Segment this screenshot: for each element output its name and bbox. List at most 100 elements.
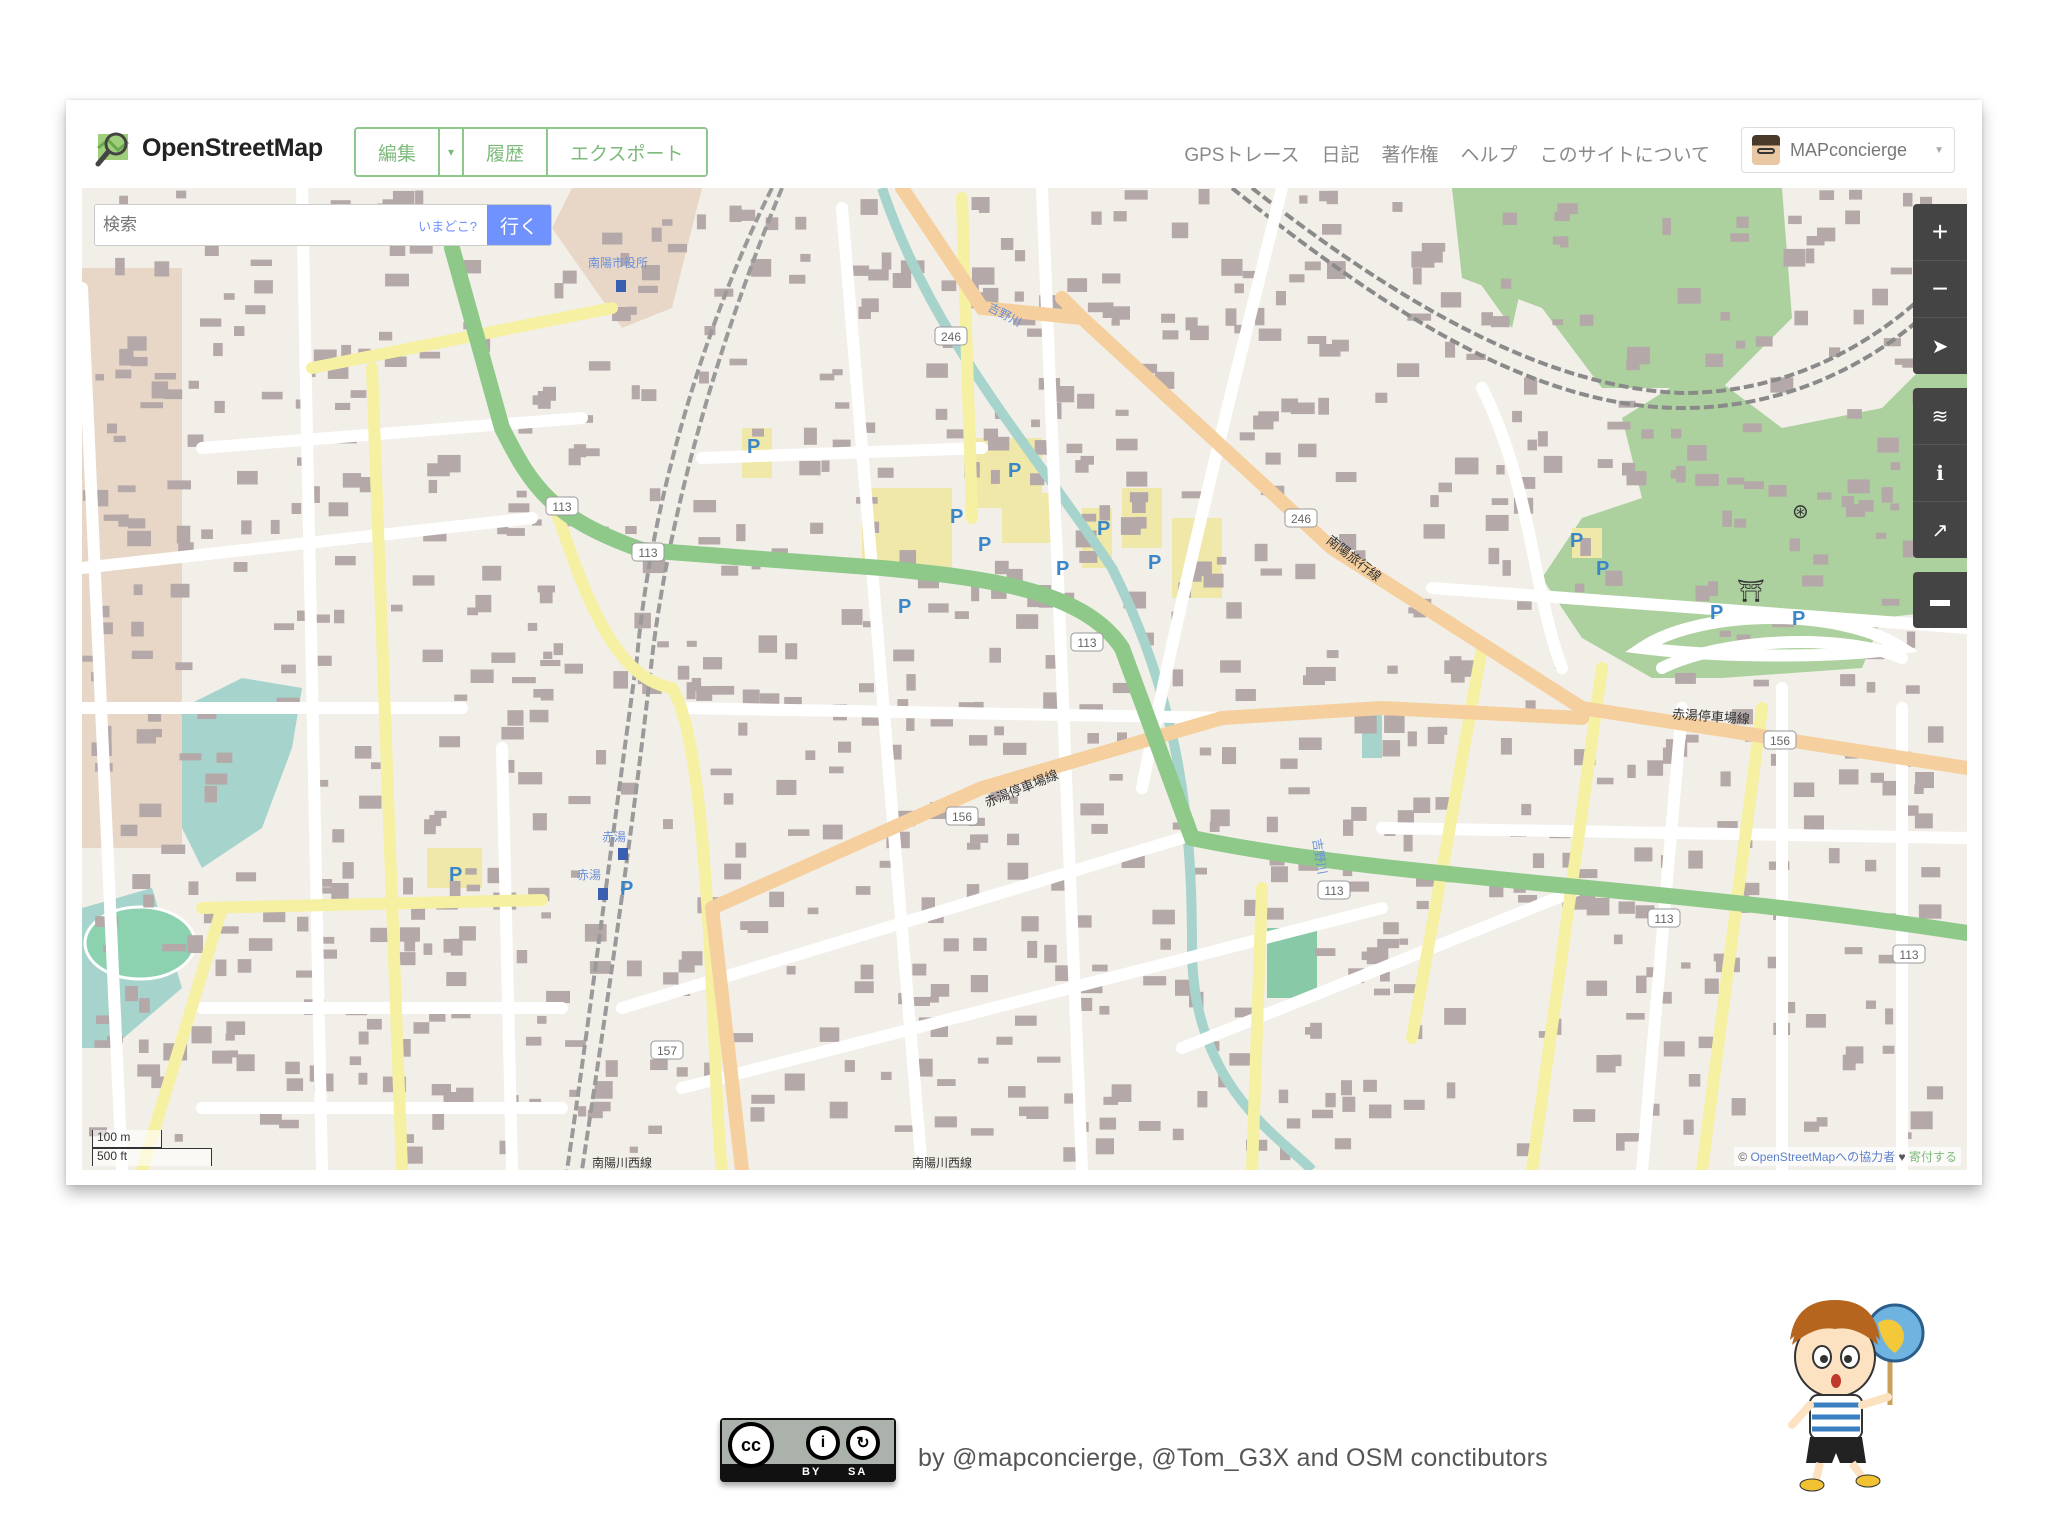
building (1416, 900, 1429, 910)
parking-label[interactable]: P (1097, 518, 1110, 541)
go-button[interactable]: 行く (487, 205, 551, 245)
nav-gps-traces[interactable]: GPSトレース (1184, 140, 1299, 167)
building (803, 427, 817, 445)
city-hall-label[interactable]: 南陽市役所 (588, 254, 648, 271)
history-button[interactable]: 履歴 (464, 129, 549, 175)
building (1377, 938, 1400, 949)
building (1719, 630, 1731, 637)
parking-label[interactable]: P (978, 534, 991, 557)
map-view[interactable]: 113 113 113 113 113 113 246 246 156 156 157 ⊛ ⛩ 南陽… (82, 188, 1967, 1170)
building (860, 199, 878, 215)
building (789, 274, 806, 284)
building (1172, 1128, 1184, 1141)
building (969, 735, 988, 746)
search-input[interactable] (95, 205, 419, 245)
building (594, 1081, 613, 1099)
building (1882, 780, 1899, 796)
where-am-i-link[interactable]: いまどこ? (418, 216, 487, 235)
station-label[interactable]: 赤湯 (602, 828, 626, 845)
building (466, 884, 480, 892)
nav-about[interactable]: このサイトについて (1540, 140, 1710, 167)
building (1622, 462, 1636, 476)
building (241, 520, 252, 535)
parking-label[interactable]: P (747, 436, 760, 459)
parking-label[interactable]: P (950, 506, 963, 529)
building (1258, 328, 1282, 341)
building (1185, 317, 1198, 331)
building (631, 385, 640, 400)
building (540, 660, 561, 667)
building (274, 623, 295, 631)
building (578, 1106, 587, 1117)
nav-help[interactable]: ヘルプ (1461, 140, 1518, 167)
contributors-link[interactable]: OpenStreetMapへの協力者 (1750, 1150, 1895, 1164)
building (1853, 309, 1864, 325)
parking-label[interactable]: P (1148, 552, 1161, 575)
building (1363, 1079, 1377, 1092)
building (1162, 330, 1179, 340)
zoom-in-button[interactable]: + (1913, 204, 1967, 261)
building (1574, 583, 1585, 593)
donate-link[interactable]: 寄付する (1909, 1150, 1957, 1164)
parking-label[interactable]: P (1056, 558, 1069, 581)
building (342, 862, 354, 879)
share-icon[interactable]: ↗ (1913, 502, 1967, 558)
building (1449, 656, 1462, 666)
layers-icon[interactable]: ≋ (1913, 388, 1967, 445)
building (1755, 336, 1773, 347)
brand-name[interactable]: OpenStreetMap (142, 134, 323, 163)
building (1307, 336, 1327, 344)
building (546, 990, 570, 1004)
parking-label[interactable]: P (1596, 558, 1609, 581)
building (1722, 510, 1732, 527)
station-label-2[interactable]: 赤湯 (577, 866, 601, 883)
user-menu[interactable]: MAPconcierge ▼ (1741, 127, 1955, 173)
nav-copyright[interactable]: 著作権 (1382, 140, 1439, 167)
building (795, 216, 807, 230)
building (537, 1015, 547, 1024)
parking-label[interactable]: P (1570, 530, 1583, 553)
building (1517, 601, 1532, 610)
parking-label[interactable]: P (1792, 608, 1805, 631)
zoom-out-button[interactable]: − (1913, 261, 1967, 318)
building (1573, 1109, 1596, 1122)
building (738, 722, 748, 736)
edit-dropdown-caret-icon[interactable]: ▾ (440, 129, 465, 175)
building (1124, 190, 1148, 200)
building (650, 1059, 668, 1071)
building (1485, 514, 1509, 531)
info-icon[interactable]: ℹ (1913, 445, 1967, 502)
building (1882, 1045, 1895, 1054)
building (1295, 563, 1316, 580)
building (1516, 1143, 1530, 1157)
building (297, 916, 309, 932)
geolocate-icon[interactable]: ➤ (1913, 318, 1967, 374)
building (1383, 922, 1399, 935)
building (1374, 988, 1391, 996)
building (1440, 292, 1462, 308)
building (161, 844, 186, 854)
note-icon[interactable]: ▬ (1913, 572, 1967, 628)
parking-label[interactable]: P (620, 878, 633, 901)
building (1384, 715, 1405, 733)
export-button[interactable]: エクスポート (548, 129, 706, 175)
building (1881, 598, 1900, 606)
parking-label[interactable]: P (1710, 602, 1723, 625)
osm-logo-icon[interactable] (94, 128, 134, 168)
building (1351, 806, 1367, 821)
edit-button[interactable]: 編集 (356, 129, 441, 175)
parking-label[interactable]: P (898, 596, 911, 619)
cc-by-sa-badge[interactable]: cc i ↻ BY SA (720, 1418, 896, 1482)
building (154, 373, 176, 380)
building (137, 1064, 161, 1077)
building (1794, 310, 1808, 326)
parking-label[interactable]: P (449, 864, 462, 887)
building (989, 647, 1001, 663)
nav-diary[interactable]: 日記 (1322, 140, 1360, 167)
building (405, 1146, 423, 1164)
parking-label[interactable]: P (1008, 460, 1021, 483)
map-canvas[interactable]: 113 113 113 113 113 113 246 246 156 156 157 ⊛ ⛩ (82, 188, 1967, 1170)
building (491, 652, 516, 663)
building (1788, 215, 1802, 225)
building (335, 402, 351, 410)
